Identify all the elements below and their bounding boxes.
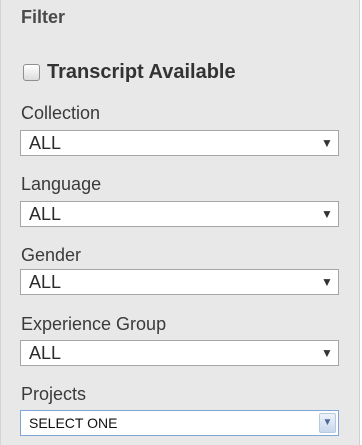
collection-label: Collection: [21, 103, 101, 123]
projects-value: SELECT ONE: [29, 415, 118, 431]
experience-group-label: Experience Group: [21, 314, 167, 334]
projects-label: Projects: [21, 384, 87, 404]
collection-value: ALL: [29, 132, 62, 153]
transcript-available-label: Transcript Available: [47, 61, 236, 83]
language-value: ALL: [29, 203, 62, 224]
caret-down-icon: ▼: [321, 207, 333, 221]
caret-down-icon: ▼: [321, 346, 333, 360]
filter-title: Filter: [21, 7, 66, 27]
projects-select[interactable]: SELECT ONE ▼: [20, 410, 339, 436]
transcript-available-checkbox[interactable]: [23, 64, 40, 81]
gender-select[interactable]: ALL ▼: [20, 269, 339, 295]
gender-value: ALL: [29, 271, 62, 292]
gender-label: Gender: [21, 245, 82, 265]
language-label: Language: [21, 174, 102, 194]
caret-down-icon: ▼: [321, 136, 333, 150]
language-select[interactable]: ALL ▼: [20, 201, 339, 227]
caret-down-icon: ▼: [321, 275, 333, 289]
transcript-available-option[interactable]: Transcript Available: [23, 61, 236, 84]
experience-group-select[interactable]: ALL ▼: [20, 340, 339, 366]
filter-panel: Filter Transcript Available Collection A…: [0, 0, 360, 445]
collection-select[interactable]: ALL ▼: [20, 130, 339, 156]
chevron-down-icon[interactable]: ▼: [319, 413, 336, 433]
experience-group-value: ALL: [29, 342, 62, 363]
